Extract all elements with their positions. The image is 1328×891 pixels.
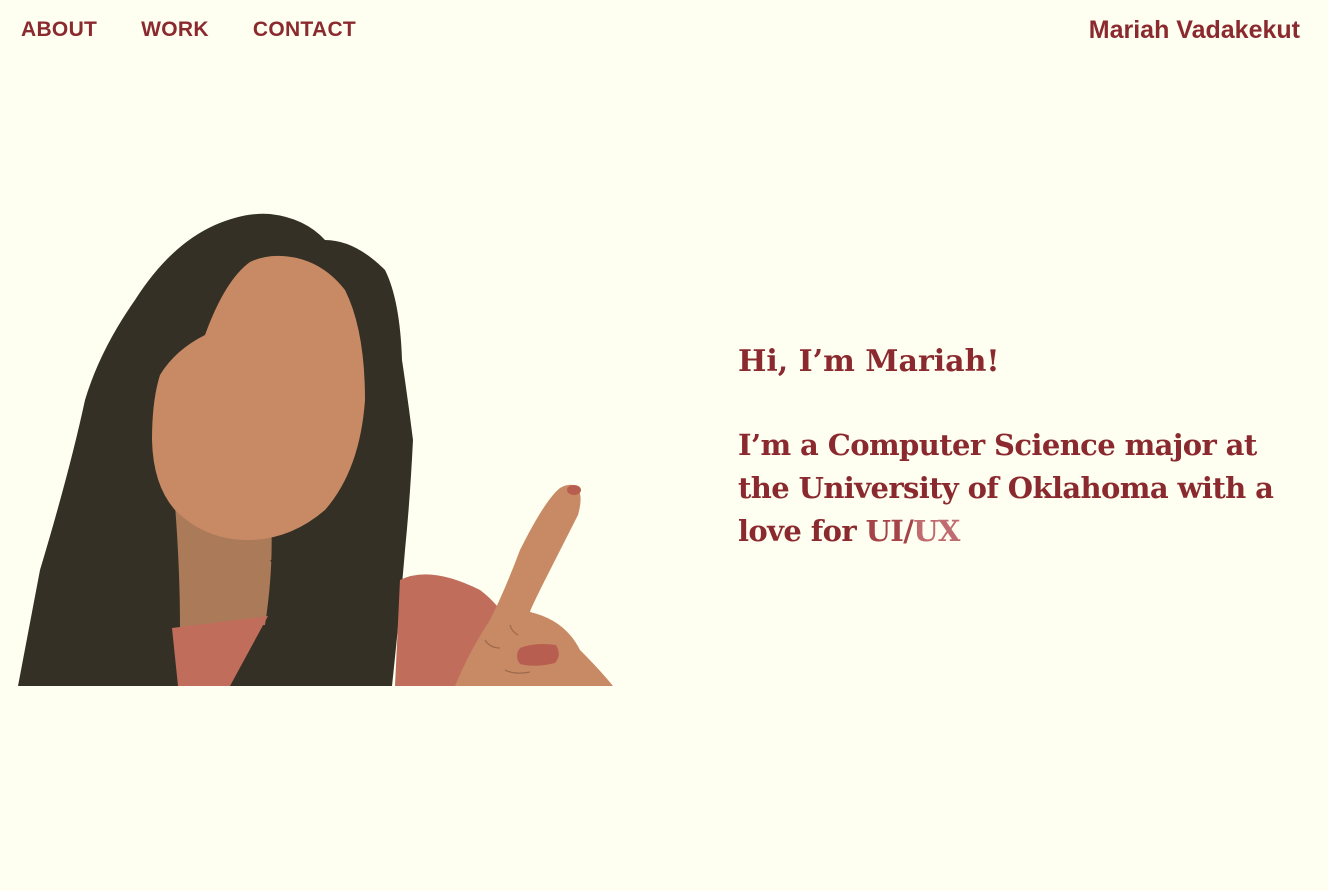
thumbnail [517,644,559,666]
main-nav: ABOUT WORK CONTACT [21,14,356,46]
highlight-ux: UX [913,514,960,548]
woman-pointing-up-illustration [0,200,640,700]
bio-sentence: I’m a Computer Science major at the Univ… [738,428,1274,548]
highlight-ui: UI [865,514,904,548]
portrait-svg [18,213,613,686]
nav-work-link[interactable]: WORK [141,14,209,46]
bio-text: I’m a Computer Science major at the Univ… [738,424,1308,553]
site-name[interactable]: Mariah Vadakekut [1089,13,1300,47]
fingernail [567,485,581,495]
nav-about-link[interactable]: ABOUT [21,14,97,46]
nav-contact-link[interactable]: CONTACT [253,14,356,46]
highlight-separator: / [903,514,914,548]
intro-section: Hi, I’m Mariah! I’m a Computer Science m… [738,340,1308,553]
greeting-heading: Hi, I’m Mariah! [738,344,1000,379]
